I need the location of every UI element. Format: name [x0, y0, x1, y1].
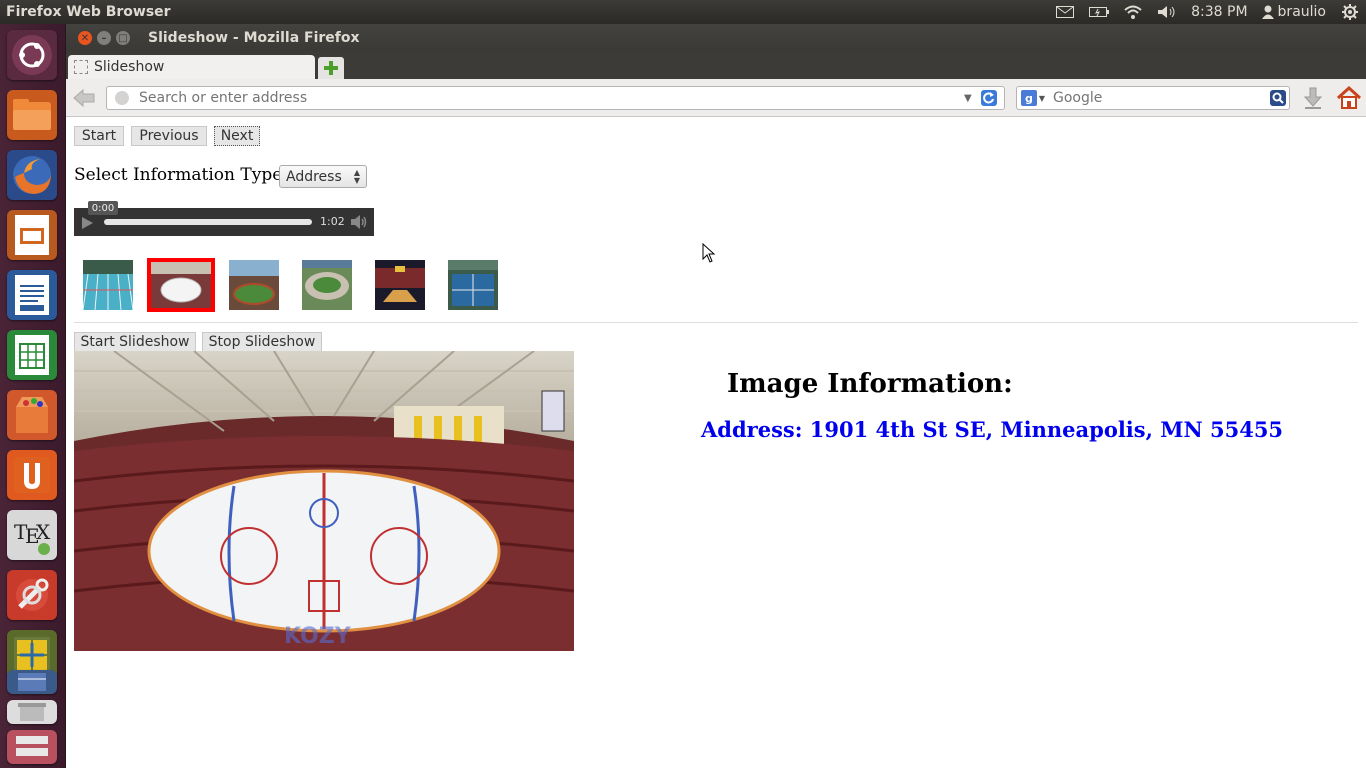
plus-icon — [324, 61, 338, 75]
tab-slideshow[interactable]: Slideshow — [68, 55, 315, 79]
ice-arena-thumbnail-image — [151, 262, 211, 308]
url-input[interactable] — [139, 90, 964, 106]
launcher: TEX — [0, 24, 66, 768]
url-bar[interactable]: ▼ — [106, 86, 1005, 110]
battery-icon[interactable] — [1089, 4, 1110, 20]
search-icon — [1270, 90, 1286, 106]
play-button[interactable] — [80, 215, 94, 229]
volume-button[interactable] — [350, 214, 368, 230]
firefox-window: ✕ – □ Slideshow - Mozilla Firefox Slides… — [66, 24, 1366, 768]
thumb-round-stadium[interactable] — [302, 260, 352, 310]
thumb-stadium[interactable] — [229, 260, 279, 310]
home-icon — [1336, 85, 1362, 109]
system-settings-icon[interactable] — [7, 570, 57, 620]
user-name: braulio — [1277, 4, 1326, 20]
thumb-basketball-arena[interactable] — [375, 260, 425, 310]
page-favicon-icon — [74, 60, 88, 74]
gear-icon[interactable] — [1340, 4, 1360, 20]
back-button[interactable] — [72, 87, 96, 109]
close-window-button[interactable]: ✕ — [78, 31, 92, 45]
thumb-pool[interactable] — [83, 260, 133, 310]
audio-current-time: 0:00 — [88, 201, 118, 215]
mail-icon[interactable] — [1055, 4, 1075, 20]
thumb-ice-arena[interactable] — [147, 258, 215, 312]
window-title: Slideshow - Mozilla Firefox — [148, 30, 360, 46]
writer-icon[interactable] — [7, 270, 57, 320]
svg-text:KOZY: KOZY — [284, 624, 352, 649]
start-slideshow-button[interactable]: Start Slideshow — [74, 332, 196, 352]
pool-thumbnail-image — [83, 260, 133, 310]
stadium-thumbnail-image — [229, 260, 279, 310]
site-identity-icon[interactable] — [115, 91, 129, 105]
search-engine-selector[interactable]: g ▼ — [1019, 89, 1047, 107]
search-input[interactable] — [1053, 90, 1267, 106]
tex-icon[interactable]: TEX — [7, 510, 57, 560]
info-type-label: Select Information Type: — [74, 165, 289, 185]
horizontal-divider — [74, 322, 1358, 323]
search-bar[interactable]: g ▼ — [1016, 86, 1290, 110]
select-arrows-icon: ▲ ▼ — [353, 168, 360, 185]
home-button[interactable] — [1336, 85, 1362, 111]
maximize-window-button[interactable]: □ — [116, 31, 130, 45]
thumb-tennis-courts[interactable] — [448, 260, 498, 310]
info-type-selected-value: Address — [286, 168, 342, 185]
speaker-icon — [351, 215, 367, 229]
reload-icon — [981, 90, 997, 106]
minimize-window-button[interactable]: – — [97, 31, 111, 45]
navigation-toolbar: ▼ g ▼ — [66, 79, 1366, 117]
virtualbox-icon[interactable] — [7, 670, 57, 694]
launcher-stack-icon[interactable] — [7, 730, 57, 764]
active-app-title: Firefox Web Browser — [6, 4, 171, 20]
image-info-heading: Image Information: — [727, 369, 1013, 399]
mouse-cursor-icon — [702, 242, 716, 263]
svg-text:X: X — [36, 520, 51, 544]
audio-player[interactable]: 0:00 1:02 — [74, 201, 374, 236]
indicator-area: 8:38 PM braulio — [1055, 4, 1366, 20]
tab-title: Slideshow — [94, 59, 165, 75]
new-tab-button[interactable] — [318, 57, 344, 79]
image-info-address: Address: 1901 4th St SE, Minneapolis, MN… — [701, 417, 1284, 442]
tennis-courts-thumbnail-image — [448, 260, 498, 310]
next-button[interactable]: Next — [214, 126, 260, 146]
info-type-select[interactable]: Address ▲ ▼ — [279, 165, 367, 188]
dash-home-icon[interactable] — [7, 30, 57, 80]
round-stadium-thumbnail-image — [302, 260, 352, 310]
start-button[interactable]: Start — [74, 126, 124, 146]
stop-slideshow-button[interactable]: Stop Slideshow — [202, 332, 322, 352]
page-content: Start Previous Next Select Information T… — [66, 117, 1366, 768]
url-history-dropdown-icon[interactable]: ▼ — [964, 93, 978, 104]
engine-dropdown-icon: ▼ — [1038, 93, 1046, 103]
play-icon — [82, 217, 93, 229]
audio-duration: 1:02 — [320, 215, 345, 228]
trash-icon[interactable] — [7, 700, 57, 724]
software-center-icon[interactable] — [7, 390, 57, 440]
clock[interactable]: 8:38 PM — [1191, 4, 1247, 20]
top-panel: Firefox Web Browser 8:38 PM braulio — [0, 0, 1366, 24]
search-button[interactable] — [1267, 89, 1289, 107]
wifi-icon[interactable] — [1123, 4, 1143, 20]
downloads-button[interactable] — [1302, 87, 1324, 109]
firefox-icon[interactable] — [7, 150, 57, 200]
files-icon[interactable] — [7, 90, 57, 140]
reload-button[interactable] — [978, 89, 1000, 107]
ubuntu-one-icon[interactable] — [7, 450, 57, 500]
back-arrow-icon — [73, 88, 95, 108]
audio-seek-bar[interactable] — [104, 219, 312, 225]
main-slideshow-image: KOZY — [74, 351, 574, 651]
volume-icon[interactable] — [1157, 4, 1177, 20]
download-arrow-icon — [1303, 87, 1323, 109]
basketball-arena-thumbnail-image — [375, 260, 425, 310]
ice-arena-image: KOZY — [74, 351, 574, 651]
google-icon: g — [1020, 90, 1037, 106]
user-icon — [1261, 4, 1274, 20]
user-menu[interactable]: braulio — [1261, 4, 1326, 20]
tab-bar: Slideshow — [66, 52, 1366, 79]
calc-icon[interactable] — [7, 330, 57, 380]
impress-icon[interactable] — [7, 210, 57, 260]
window-titlebar: ✕ – □ Slideshow - Mozilla Firefox — [66, 24, 1366, 52]
previous-button[interactable]: Previous — [131, 126, 207, 146]
